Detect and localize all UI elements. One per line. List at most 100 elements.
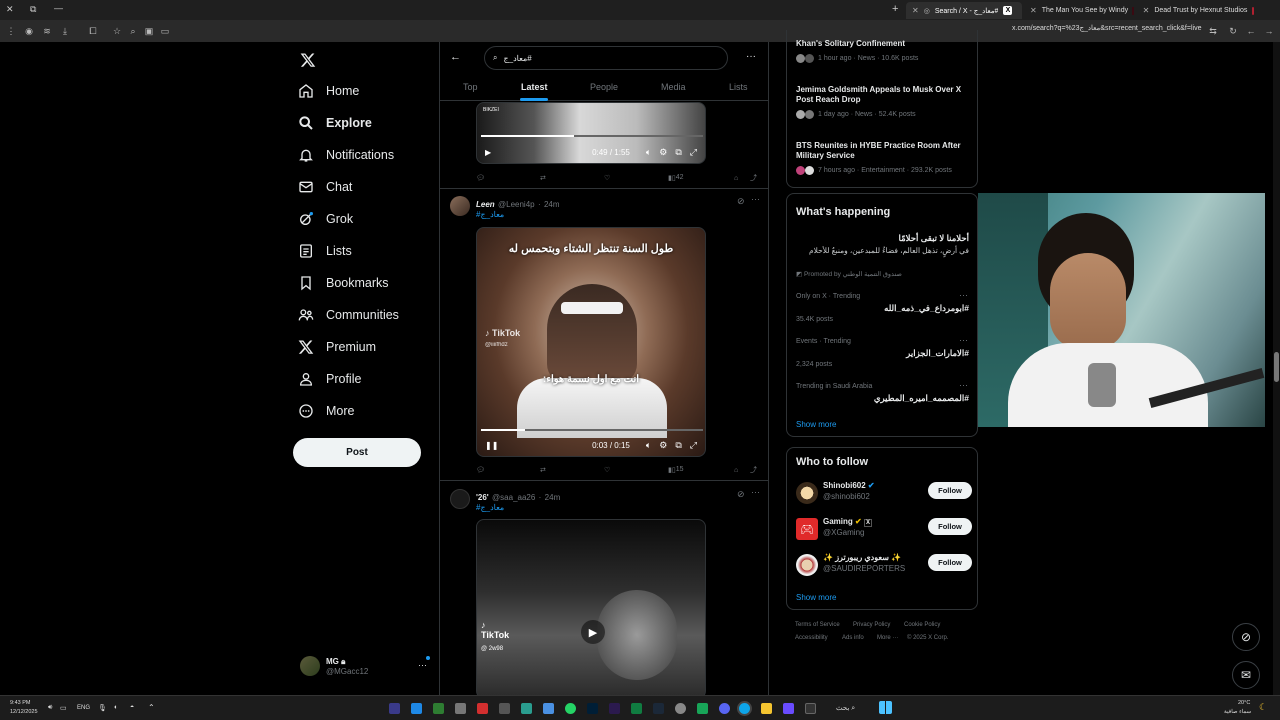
footer-link[interactable]: Privacy Policy — [853, 622, 890, 628]
screen-cast-icon[interactable]: ▭ — [158, 24, 172, 38]
back-arrow-icon[interactable]: ← — [450, 51, 461, 63]
tweet-hashtag[interactable]: #معاد_ج — [476, 210, 560, 219]
nav-home[interactable]: Home — [298, 80, 359, 102]
tab-media[interactable]: Media — [661, 82, 686, 92]
pause-icon[interactable]: ❚❚ — [485, 441, 498, 450]
news-title[interactable]: BTS Reunites in HYBE Practice Room After… — [796, 141, 974, 161]
volume-icon[interactable]: 🔊︎ — [48, 704, 52, 712]
more-dots-icon[interactable]: ··· — [751, 487, 760, 497]
tweet-video[interactable]: BIKZEI ▶ 0:49 / 1:55 🔈︎ ⚙︎ ⧉ ⤢ — [476, 102, 706, 164]
like-icon[interactable]: ♡ — [604, 466, 610, 474]
whatsapp-icon[interactable] — [565, 703, 576, 714]
taskbar-app-icon[interactable] — [783, 703, 794, 714]
nav-chat[interactable]: Chat — [298, 176, 352, 198]
footer-link[interactable]: More ··· — [877, 635, 898, 641]
play-icon[interactable]: ▶ — [581, 620, 605, 644]
nav-more[interactable]: More — [298, 400, 354, 422]
forward-icon[interactable]: → — [1262, 24, 1276, 38]
views-icon[interactable]: ▮▯ 42 — [668, 174, 684, 182]
more-dots-icon[interactable]: ··· — [959, 380, 968, 390]
volume-icon[interactable]: 🔈︎ — [646, 440, 651, 451]
pip-icon[interactable]: ⧉ — [675, 147, 681, 158]
footer-link[interactable]: Ads info — [842, 635, 864, 641]
trend-name[interactable]: #المصممه_اميره_المطيري — [874, 393, 969, 404]
premiere-icon[interactable] — [609, 703, 620, 714]
share-icon[interactable]: ⤴ — [750, 173, 757, 183]
steam-icon[interactable] — [653, 703, 664, 714]
reload-icon[interactable]: ↻ — [1226, 24, 1240, 38]
address-bar[interactable]: x.com/search?q=%23معاد_ج&src=recent_sear… — [1012, 24, 1201, 32]
taskbar-app-icon[interactable] — [477, 703, 488, 714]
nav-notifications[interactable]: Notifications — [298, 144, 394, 166]
grok-floating-button[interactable]: ⊘ — [1232, 623, 1260, 651]
follow-suggestion[interactable]: ✨ سعودي ريبورترز ✨ @SAUDIREPORTERS Follo… — [796, 552, 972, 578]
tweet-author-name[interactable]: '26' — [476, 493, 489, 502]
trend-name[interactable]: #الامارات_الجزاير — [906, 348, 969, 359]
news-title[interactable]: Khan's Solitary Confinement — [796, 39, 974, 49]
taskbar-app-icon[interactable] — [675, 703, 686, 714]
more-dots-icon[interactable]: ··· — [418, 660, 427, 670]
reply-icon[interactable]: 💬︎ — [476, 466, 485, 474]
tweet-video[interactable]: طول السنة تنتظر الشتاء وبتحمس له ♪ TikTo… — [476, 227, 706, 457]
nav-premium[interactable]: Premium — [298, 336, 376, 358]
trend-name[interactable]: #ابومرداع_في_ذمه_الله — [884, 303, 969, 314]
follow-suggestion[interactable]: 🎮︎ Gaming ✔︎ X @XGaming Follow — [796, 516, 972, 542]
footer-link[interactable]: Terms of Service — [795, 622, 840, 628]
nav-explore[interactable]: Explore — [298, 112, 372, 134]
taskbar-app-icon[interactable] — [389, 703, 400, 714]
tweet-time[interactable]: 24m — [545, 493, 561, 502]
excel-icon[interactable] — [631, 703, 642, 714]
back-icon[interactable]: ← — [1244, 24, 1258, 38]
promo-title[interactable]: أحلامنا لا تبقى أحلامًا — [899, 233, 969, 244]
follow-button[interactable]: Follow — [928, 554, 972, 571]
post-button[interactable]: Post — [293, 438, 421, 467]
more-dots-icon[interactable]: ··· — [751, 194, 760, 204]
footer-link[interactable]: Cookie Policy — [904, 622, 940, 628]
close-window-icon[interactable]: ✕ — [6, 4, 14, 15]
taskbar-app-icon[interactable] — [543, 703, 554, 714]
scrollbar-thumb[interactable] — [1274, 352, 1279, 382]
site-settings-icon[interactable]: ⇆ — [1206, 24, 1220, 38]
clock-date[interactable]: 12/12/2025 — [10, 709, 38, 715]
x-logo-icon[interactable] — [300, 52, 316, 68]
reply-icon[interactable]: 💬︎ — [476, 174, 485, 182]
more-dots-icon[interactable]: ··· — [959, 335, 968, 345]
tweet-author-name[interactable]: Leen — [476, 200, 495, 209]
taskbar-app-icon[interactable] — [455, 703, 466, 714]
bookmark-icon[interactable]: ⌂ — [734, 467, 738, 474]
show-more-link[interactable]: Show more — [796, 593, 836, 602]
menu-dots-icon[interactable]: ⋮ — [4, 24, 18, 38]
nav-bookmarks[interactable]: Bookmarks — [298, 272, 389, 294]
more-dots-icon[interactable]: ··· — [746, 51, 756, 62]
footer-link[interactable]: Accessibility — [795, 635, 828, 641]
weather-temp[interactable]: 20°C — [1238, 700, 1250, 706]
like-icon[interactable]: ♡ — [604, 174, 610, 182]
nav-lists[interactable]: Lists — [298, 240, 352, 262]
volume-icon[interactable]: 🔈︎ — [646, 147, 651, 158]
tweet-author-handle[interactable]: @saa_aa26 — [492, 493, 535, 502]
video-progress-track[interactable] — [481, 135, 703, 137]
follow-button[interactable]: Follow — [928, 482, 972, 499]
restore-window-icon[interactable]: ⧉ — [30, 4, 36, 15]
close-tab-icon[interactable]: ✕ — [912, 6, 919, 15]
play-icon[interactable]: ▶ — [485, 148, 491, 157]
nav-grok[interactable]: Grok — [298, 208, 353, 230]
close-tab-icon[interactable]: ✕ — [1030, 6, 1037, 15]
follow-suggestion[interactable]: Shinobi602 ✔︎ @shinobi602 Follow — [796, 480, 972, 506]
avatar[interactable] — [450, 196, 470, 216]
tweet-hashtag[interactable]: #معاد_ج — [476, 503, 560, 512]
browser-tab[interactable]: ✕ Dead Trust by Hexnut Studios — [1126, 2, 1260, 19]
taskbar-app-icon[interactable] — [697, 703, 708, 714]
favorite-star-icon[interactable]: ☆ — [110, 24, 124, 38]
profile-icon[interactable]: ◉ — [22, 24, 36, 38]
weather-desc[interactable]: سماء صافية — [1224, 709, 1251, 715]
settings-icon[interactable]: ⚙︎ — [659, 147, 667, 158]
account-switcher[interactable]: MG 🔒︎ @MGacc12 ··· — [300, 656, 430, 676]
tray-app-icon[interactable]: ◐ — [114, 704, 118, 711]
tweet-author-handle[interactable]: @Leeni4p — [498, 200, 535, 209]
fullscreen-icon[interactable]: ⤢ — [690, 440, 697, 451]
tweet-time[interactable]: 24m — [544, 200, 560, 209]
retweet-icon[interactable]: ⇄ — [540, 174, 546, 182]
zoom-icon[interactable]: ⌕ — [126, 24, 140, 38]
views-icon[interactable]: ▮▯ 15 — [668, 466, 684, 474]
